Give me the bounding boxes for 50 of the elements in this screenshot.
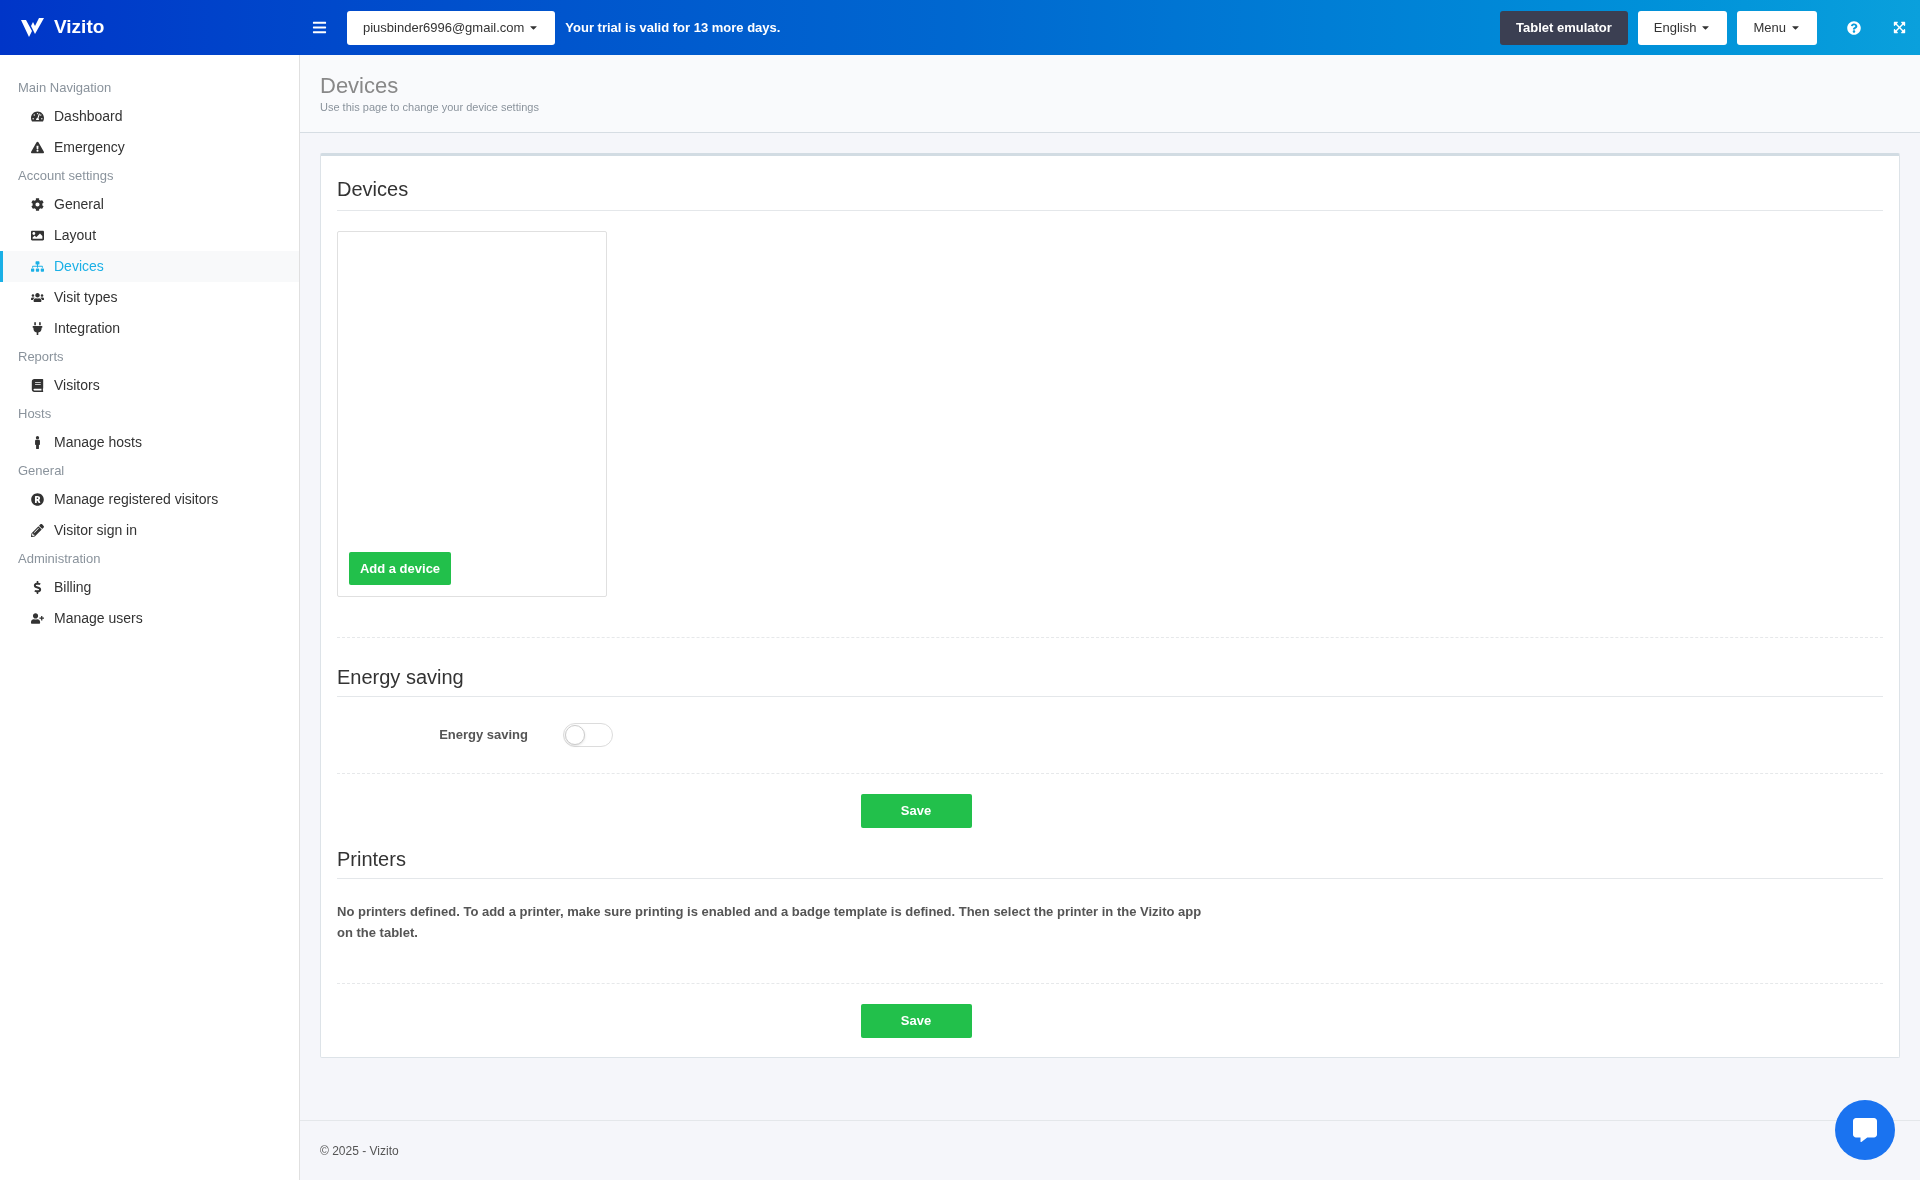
copyright: © 2025 - Vizito [320, 1142, 399, 1160]
nav-heading: Account settings [17, 167, 115, 186]
nav-item[interactable]: Layout [0, 220, 299, 251]
book-icon [30, 379, 44, 392]
nav-item[interactable]: Integration [0, 313, 299, 344]
user-plus-icon [30, 612, 44, 625]
pencil-icon [30, 524, 44, 537]
nav-item[interactable]: Emergency [0, 132, 299, 163]
section-heading: Energy saving [337, 638, 1883, 697]
trial-notice: Your trial is valid for 13 more days. [565, 18, 781, 37]
page-subtitle: Use this page to change your device settings [320, 100, 540, 115]
nav-heading: Administration [17, 550, 102, 569]
nav-heading: Main Navigation [17, 79, 113, 98]
help-icon[interactable] [1847, 20, 1861, 35]
nav-item[interactable]: Manage users [0, 603, 299, 634]
gauge-icon [30, 110, 44, 123]
plug-icon [30, 322, 44, 335]
energy-saving-label: Energy saving [438, 726, 528, 745]
registered-icon [30, 493, 44, 506]
printers-message: No printers defined. To add a printer, make sure printing is enabled and a badge template is defined. Then select the printer in the Vizito app on the tablet. [337, 903, 1203, 942]
logo-icon [20, 16, 46, 39]
brand-name: Vizito [54, 15, 105, 40]
nav-item[interactable]: Dashboard [0, 101, 299, 132]
image-icon [30, 229, 44, 242]
nav-heading: Hosts [17, 405, 53, 424]
energy-saving-toggle[interactable] [563, 723, 613, 747]
nav-item[interactable]: Visitors [0, 370, 299, 401]
account-dropdown[interactable]: piusbinder6996@gmail.com [347, 10, 556, 45]
section-heading: Devices [337, 156, 1883, 211]
menu-icon[interactable] [312, 20, 327, 35]
header-button[interactable]: English [1637, 10, 1728, 45]
nav-item[interactable]: General [0, 189, 299, 220]
chat-icon [1853, 1118, 1877, 1142]
header-button[interactable]: Menu [1737, 10, 1817, 45]
nav-heading: Reports [17, 348, 65, 367]
warning-icon [30, 141, 44, 154]
nav-item[interactable]: Billing [0, 572, 299, 603]
header-button[interactable]: Tablet emulator [1500, 10, 1628, 45]
nav-item[interactable]: Manage hosts [0, 427, 299, 458]
chat-button[interactable] [1835, 1100, 1895, 1160]
nav-item[interactable]: Manage registered visitors [0, 484, 299, 515]
section-heading: Printers [337, 828, 1883, 879]
nav-item[interactable]: Visitor sign in [0, 515, 299, 546]
gear-icon [30, 198, 44, 211]
page-title: Devices [320, 73, 400, 99]
users-icon [30, 291, 44, 304]
nav-heading: General [17, 462, 66, 481]
sitemap-icon [30, 260, 44, 273]
nav-item[interactable]: Visit types [0, 282, 299, 313]
expand-icon[interactable] [1893, 21, 1906, 34]
